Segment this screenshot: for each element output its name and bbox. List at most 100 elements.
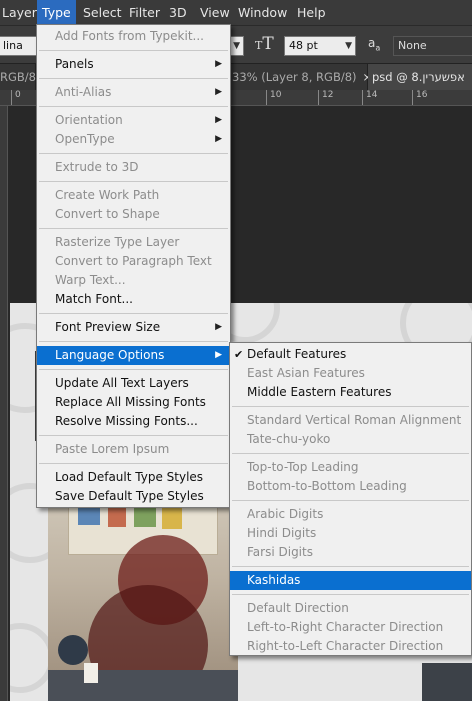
type-menu: Add Fonts from Typekit... Panels ▶ Anti-Ali…	[36, 24, 231, 508]
menu-separator	[39, 181, 228, 182]
menu-window[interactable]: Window	[233, 0, 292, 26]
language-item-middle-eastern-features[interactable]: Middle Eastern Features	[230, 383, 471, 402]
language-item-hindi-digits: Hindi Digits	[230, 524, 471, 543]
language-item-east-asian-features: East Asian Features	[230, 364, 471, 383]
language-item-standard-vertical-roman-alignment: Standard Vertical Roman Alignment	[230, 411, 471, 430]
ruler-tick: 14	[362, 90, 377, 105]
menu-item-label: Default Features	[247, 347, 347, 361]
type-menu-item-anti-alias: Anti-Alias ▶	[37, 83, 230, 102]
menu-separator	[39, 78, 228, 79]
submenu-arrow-icon: ▶	[215, 134, 222, 144]
type-menu-item-extrude-to-3d: Extrude to 3D	[37, 158, 230, 177]
submenu-arrow-icon: ▶	[215, 350, 222, 360]
menu-item-label: Rasterize Type Layer	[55, 235, 180, 249]
type-menu-item-font-preview-size[interactable]: Font Preview Size ▶	[37, 318, 230, 337]
menu-select[interactable]: Select	[78, 0, 127, 26]
font-size-field[interactable]: 48 pt ▼	[284, 36, 356, 56]
menu-separator	[232, 566, 469, 567]
menu-layer[interactable]: Layer	[0, 0, 42, 26]
anti-alias-icon: aa	[368, 36, 381, 53]
menu-3d[interactable]: 3D	[164, 0, 192, 26]
type-menu-item-resolve-missing-fonts[interactable]: Resolve Missing Fonts...	[37, 412, 230, 431]
menu-item-label: Save Default Type Styles	[55, 489, 204, 503]
tab-document-2[interactable]: 33% (Layer 8, RGB/8)×	[228, 64, 372, 90]
menu-item-label: Match Font...	[55, 292, 133, 306]
type-menu-item-rasterize-type-layer: Rasterize Type Layer	[37, 233, 230, 252]
menu-item-label: Extrude to 3D	[55, 160, 139, 174]
ruler-tick: 0	[11, 90, 21, 105]
menu-help[interactable]: Help	[292, 0, 331, 26]
type-menu-item-orientation: Orientation ▶	[37, 111, 230, 130]
menu-separator	[232, 406, 469, 407]
menu-item-label: Hindi Digits	[247, 526, 317, 540]
menu-separator	[39, 228, 228, 229]
type-menu-item-replace-all-missing-fonts[interactable]: Replace All Missing Fonts	[37, 393, 230, 412]
menu-item-label: Arabic Digits	[247, 507, 324, 521]
menu-item-label: Add Fonts from Typekit...	[55, 29, 204, 43]
chevron-down-icon: ▼	[345, 41, 352, 51]
menu-item-label: Update All Text Layers	[55, 376, 189, 390]
menu-item-label: Left-to-Right Character Direction	[247, 620, 444, 634]
menu-separator	[39, 106, 228, 107]
type-menu-item-warp-text: Warp Text...	[37, 271, 230, 290]
menu-item-label: Paste Lorem Ipsum	[55, 442, 170, 456]
font-family-select[interactable]: lina	[0, 36, 38, 56]
type-menu-item-opentype: OpenType ▶	[37, 130, 230, 149]
menu-item-label: Tate-chu-yoko	[247, 432, 331, 446]
language-item-kashidas: Kashidas	[230, 571, 471, 590]
language-item-top-to-top-leading: Top-to-Top Leading	[230, 458, 471, 477]
menu-item-label: Convert to Paragraph Text	[55, 254, 212, 268]
anti-alias-select[interactable]: None	[393, 36, 472, 56]
vertical-ruler	[0, 106, 8, 701]
menu-separator	[39, 435, 228, 436]
menu-item-label: Convert to Shape	[55, 207, 160, 221]
submenu-arrow-icon: ▶	[215, 115, 222, 125]
menu-item-label: Right-to-Left Character Direction	[247, 639, 444, 653]
menu-separator	[39, 153, 228, 154]
menu-item-label: Anti-Alias	[55, 85, 112, 99]
submenu-arrow-icon: ▶	[215, 59, 222, 69]
menu-separator	[39, 341, 228, 342]
menu-filter[interactable]: Filter	[124, 0, 165, 26]
menu-item-label: Orientation	[55, 113, 123, 127]
language-item-bottom-to-bottom-leading: Bottom-to-Bottom Leading	[230, 477, 471, 496]
menu-item-label: East Asian Features	[247, 366, 365, 380]
checkmark-icon: ✔	[234, 348, 244, 361]
classroom-photo	[48, 495, 238, 701]
type-menu-item-match-font[interactable]: Match Font...	[37, 290, 230, 309]
figure-blob	[58, 635, 88, 665]
menu-type[interactable]: Type	[37, 0, 76, 26]
language-item-right-to-left-character-direction: Right-to-Left Character Direction	[230, 637, 471, 656]
tab-document-1[interactable]: RGB/8)	[0, 64, 40, 90]
menu-view[interactable]: View	[195, 0, 235, 26]
menu-item-label: Create Work Path	[55, 188, 160, 202]
language-item-left-to-right-character-direction: Left-to-Right Character Direction	[230, 618, 471, 637]
type-menu-item-language-options[interactable]: Language Options ▶	[37, 346, 230, 365]
submenu-arrow-icon: ▶	[215, 322, 222, 332]
menu-item-label: Replace All Missing Fonts	[55, 395, 206, 409]
menu-item-label: Default Direction	[247, 601, 349, 615]
menu-item-label: Warp Text...	[55, 273, 126, 287]
type-menu-item-convert-to-paragraph-text: Convert to Paragraph Text	[37, 252, 230, 271]
menu-item-label: Standard Vertical Roman Alignment	[247, 413, 462, 427]
type-menu-item-panels[interactable]: Panels ▶	[37, 55, 230, 74]
type-menu-item-save-default-type-styles[interactable]: Save Default Type Styles	[37, 487, 230, 506]
type-menu-item-update-all-text-layers[interactable]: Update All Text Layers	[37, 374, 230, 393]
menu-separator	[232, 500, 469, 501]
submenu-arrow-icon: ▶	[215, 87, 222, 97]
menu-separator	[39, 50, 228, 51]
menu-bar: Layer Type Select Filter 3D View Window Help	[0, 0, 472, 26]
menu-item-label: Panels	[55, 57, 94, 71]
language-item-default-features[interactable]: ✔ Default Features	[230, 345, 471, 364]
menu-item-label: Top-to-Top Leading	[247, 460, 359, 474]
language-item-arabic-digits: Arabic Digits	[230, 505, 471, 524]
menu-item-label: Farsi Digits	[247, 545, 313, 559]
menu-item-label: Font Preview Size	[55, 320, 161, 334]
language-item-tate-chu-yoko: Tate-chu-yoko	[230, 430, 471, 449]
menu-separator	[232, 594, 469, 595]
type-menu-item-load-default-type-styles[interactable]: Load Default Type Styles	[37, 468, 230, 487]
type-menu-item-create-work-path: Create Work Path	[37, 186, 230, 205]
tab-document-3[interactable]: אפשערין.psd @ 8	[368, 64, 472, 90]
language-item-default-direction: Default Direction	[230, 599, 471, 618]
menu-item-label: OpenType	[55, 132, 115, 146]
